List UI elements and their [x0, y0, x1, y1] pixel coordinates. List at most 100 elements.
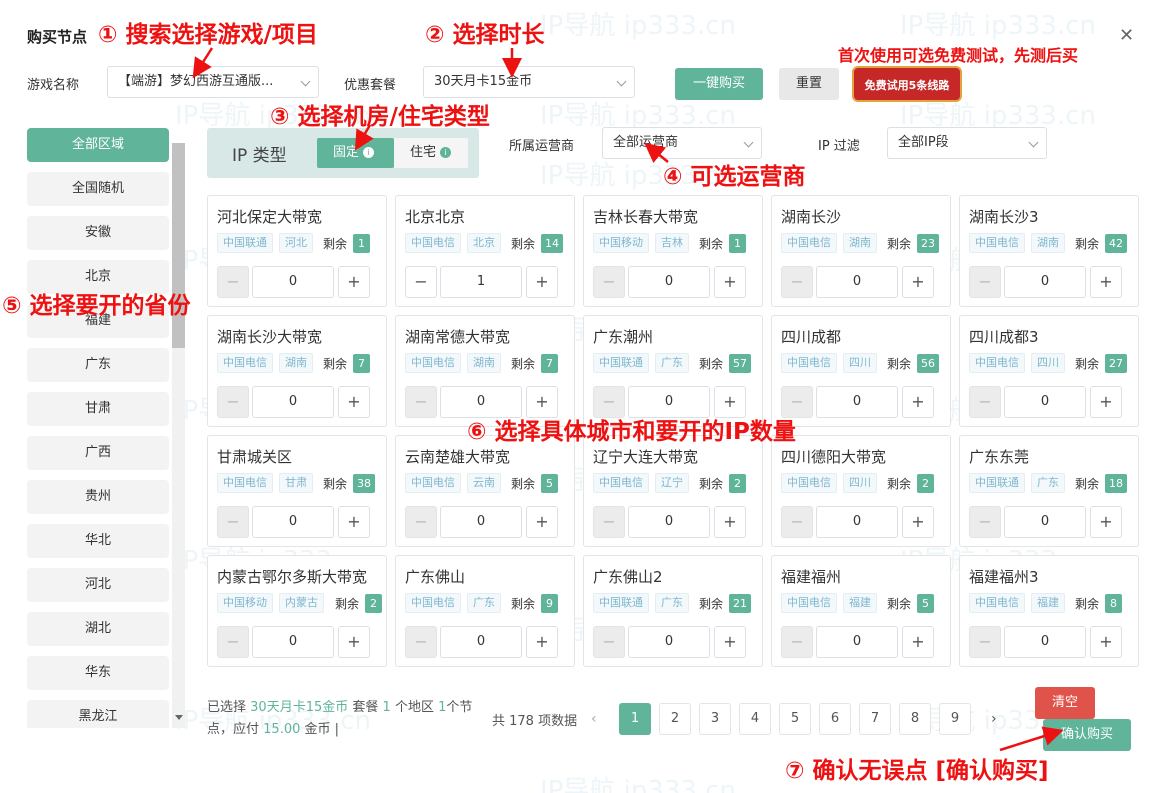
- quantity-input[interactable]: 0: [252, 506, 334, 538]
- decrement-button[interactable]: −: [405, 266, 437, 298]
- quantity-input[interactable]: 0: [440, 506, 522, 538]
- increment-button[interactable]: +: [902, 506, 934, 538]
- increment-button[interactable]: +: [338, 626, 370, 658]
- quantity-input[interactable]: 0: [252, 266, 334, 298]
- free-trial-button[interactable]: 免费试用5条线路: [852, 66, 962, 102]
- increment-button[interactable]: +: [1090, 266, 1122, 298]
- prev-page-icon[interactable]: ‹: [591, 711, 597, 727]
- sidebar-item-region[interactable]: 广东: [27, 348, 169, 382]
- summary-prefix: 已选择: [207, 700, 247, 715]
- page-button[interactable]: 9: [939, 703, 971, 735]
- increment-button[interactable]: +: [1090, 506, 1122, 538]
- decrement-button[interactable]: −: [593, 626, 625, 658]
- increment-button[interactable]: +: [338, 506, 370, 538]
- increment-button[interactable]: +: [338, 386, 370, 418]
- close-icon[interactable]: ✕: [1119, 27, 1134, 45]
- decrement-button[interactable]: −: [405, 506, 437, 538]
- decrement-button[interactable]: −: [781, 266, 813, 298]
- quantity-input[interactable]: 0: [1004, 506, 1086, 538]
- remain-label: 剩余: [699, 597, 724, 611]
- increment-button[interactable]: +: [902, 386, 934, 418]
- decrement-button[interactable]: −: [781, 626, 813, 658]
- sidebar-item-region[interactable]: 全国随机: [27, 172, 169, 206]
- page-button[interactable]: 3: [699, 703, 731, 735]
- quantity-input[interactable]: 0: [816, 626, 898, 658]
- quantity-input[interactable]: 0: [1004, 626, 1086, 658]
- increment-button[interactable]: +: [526, 266, 558, 298]
- quantity-input[interactable]: 0: [1004, 266, 1086, 298]
- confirm-purchase-button[interactable]: 确认购买: [1043, 719, 1131, 751]
- node-card: 福建福州 中国电信 福建 剩余 5 −0 +: [771, 555, 951, 667]
- increment-button[interactable]: +: [714, 506, 746, 538]
- ip-filter-select[interactable]: 全部IP段: [887, 127, 1047, 159]
- quantity-input[interactable]: 0: [816, 506, 898, 538]
- plan-select[interactable]: 30天月卡15金币: [423, 66, 635, 98]
- page-button[interactable]: 6: [819, 703, 851, 735]
- page-button[interactable]: 4: [739, 703, 771, 735]
- decrement-button[interactable]: −: [405, 626, 437, 658]
- quantity-input[interactable]: 0: [252, 386, 334, 418]
- quantity-input[interactable]: 0: [252, 626, 334, 658]
- decrement-button[interactable]: −: [217, 626, 249, 658]
- decrement-button[interactable]: −: [217, 506, 249, 538]
- sidebar-item-region[interactable]: 华北: [27, 524, 169, 558]
- sidebar-item-region[interactable]: 黑龙江: [27, 700, 169, 728]
- quantity-input[interactable]: 1: [440, 266, 522, 298]
- quantity-input[interactable]: 0: [1004, 386, 1086, 418]
- decrement-button[interactable]: −: [217, 386, 249, 418]
- increment-button[interactable]: +: [1090, 386, 1122, 418]
- sidebar-item-region[interactable]: 湖北: [27, 612, 169, 646]
- decrement-button[interactable]: −: [969, 266, 1001, 298]
- increment-button[interactable]: +: [526, 626, 558, 658]
- decrement-button[interactable]: −: [593, 506, 625, 538]
- page-button[interactable]: 8: [899, 703, 931, 735]
- quantity-input[interactable]: 0: [628, 626, 710, 658]
- increment-button[interactable]: +: [526, 506, 558, 538]
- sidebar-item-region[interactable]: 河北: [27, 568, 169, 602]
- increment-button[interactable]: +: [714, 626, 746, 658]
- increment-button[interactable]: +: [1090, 626, 1122, 658]
- one-click-buy-button[interactable]: 一键购买: [675, 68, 763, 100]
- quantity-input[interactable]: 0: [628, 506, 710, 538]
- decrement-button[interactable]: −: [969, 626, 1001, 658]
- decrement-button[interactable]: −: [781, 506, 813, 538]
- isp-tag: 中国电信: [593, 473, 649, 493]
- decrement-button[interactable]: −: [405, 386, 437, 418]
- sidebar-item-region[interactable]: 全部区域: [27, 128, 169, 162]
- sidebar-item-region[interactable]: 广西: [27, 436, 169, 470]
- sidebar-item-region[interactable]: 贵州: [27, 480, 169, 514]
- quantity-input[interactable]: 0: [628, 266, 710, 298]
- quantity-input[interactable]: 0: [440, 626, 522, 658]
- reset-button[interactable]: 重置: [779, 68, 839, 100]
- chevron-down-icon: [1028, 137, 1039, 148]
- increment-button[interactable]: +: [902, 266, 934, 298]
- page-button[interactable]: 7: [859, 703, 891, 735]
- quantity-input[interactable]: 0: [816, 266, 898, 298]
- next-page-icon[interactable]: ›: [991, 711, 997, 727]
- decrement-button[interactable]: −: [593, 266, 625, 298]
- node-title: 湖南长沙3: [969, 208, 1039, 226]
- summary-region-suffix: 个地区: [394, 700, 434, 715]
- sidebar-item-region[interactable]: 甘肃: [27, 392, 169, 426]
- decrement-button[interactable]: −: [969, 506, 1001, 538]
- decrement-button[interactable]: −: [217, 266, 249, 298]
- isp-select[interactable]: 全部运营商: [602, 127, 762, 159]
- increment-button[interactable]: +: [338, 266, 370, 298]
- decrement-button[interactable]: −: [969, 386, 1001, 418]
- page-button[interactable]: 2: [659, 703, 691, 735]
- ip-type-fixed-tab[interactable]: 固定 i: [317, 138, 394, 168]
- clear-button[interactable]: 清空: [1035, 687, 1095, 719]
- increment-button[interactable]: +: [714, 266, 746, 298]
- quantity-input[interactable]: 0: [816, 386, 898, 418]
- page-button[interactable]: 5: [779, 703, 811, 735]
- increment-button[interactable]: +: [902, 626, 934, 658]
- sidebar-item-region[interactable]: 华东: [27, 656, 169, 690]
- sidebar-scrollbar[interactable]: [172, 143, 185, 728]
- page-button[interactable]: 1: [619, 703, 651, 735]
- ip-type-home-tab[interactable]: 住宅 i: [394, 138, 468, 168]
- ip-type-home-label: 住宅: [410, 145, 437, 160]
- scroll-down-icon[interactable]: [175, 715, 183, 720]
- annotation-step-1: ① 搜索选择游戏/项目: [98, 22, 318, 48]
- sidebar-item-region[interactable]: 安徽: [27, 216, 169, 250]
- game-select[interactable]: 【端游】梦幻西游互通版...: [107, 66, 319, 98]
